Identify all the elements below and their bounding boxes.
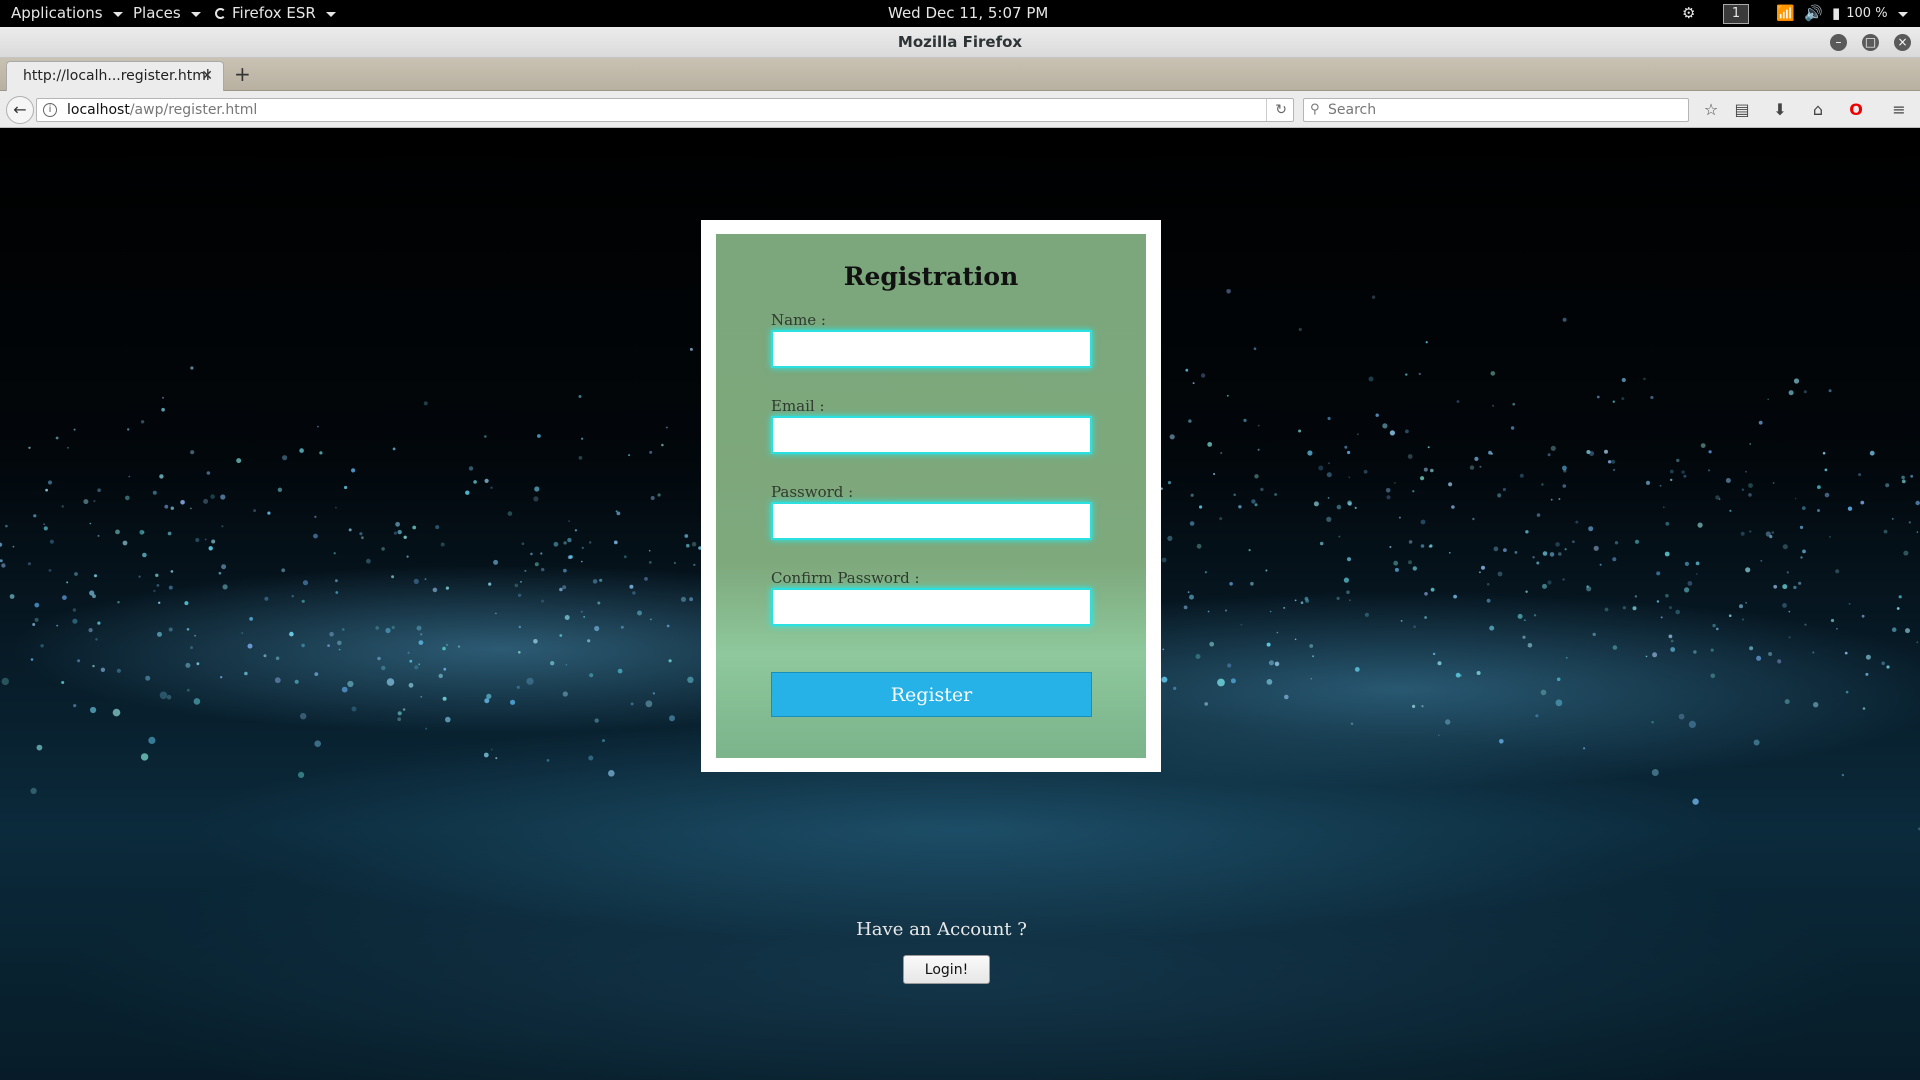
maximize-icon[interactable]: □ [1862, 34, 1879, 51]
have-account-text: Have an Account ? [856, 919, 1027, 940]
navigation-bar: ← i localhost/awp/register.html ↻ ⚲ Sear… [0, 91, 1920, 128]
firefox-icon [215, 8, 226, 19]
places-menu[interactable]: Places [133, 0, 201, 27]
workspace-number: 1 [1723, 3, 1749, 24]
chevron-down-icon [325, 12, 336, 17]
download-icon[interactable]: ⬇ [1769, 99, 1791, 121]
battery-icon: ▮ [1832, 4, 1841, 22]
battery-label: 100 % [1846, 6, 1888, 21]
system-status-menu[interactable]: ▮ 100 % [1832, 0, 1908, 27]
confirm-password-field[interactable] [771, 588, 1092, 626]
places-menu-label: Places [133, 4, 181, 22]
confirm-password-label: Confirm Password : [771, 569, 920, 587]
close-window-icon[interactable]: × [1894, 34, 1911, 51]
firefox-app-menu-label: Firefox ESR [232, 4, 316, 22]
reading-list-icon[interactable]: ▤ [1731, 99, 1753, 121]
volume-icon[interactable]: 🔊 [1804, 0, 1823, 27]
email-field[interactable] [771, 416, 1092, 454]
firefox-app-menu[interactable]: Firefox ESR [215, 0, 336, 27]
url-path: /awp/register.html [129, 102, 258, 118]
search-icon: ⚲ [1310, 102, 1320, 117]
registration-form: Registration Name : Email : Password : C… [716, 234, 1146, 758]
chevron-down-icon [112, 12, 123, 17]
system-top-bar: Applications Places Firefox ESR Wed Dec … [0, 0, 1920, 27]
search-placeholder: Search [1328, 102, 1377, 118]
applications-menu-label: Applications [11, 4, 103, 22]
page-content: Registration Name : Email : Password : C… [0, 129, 1920, 1080]
wifi-icon[interactable]: 📶 [1776, 0, 1795, 27]
back-arrow-icon[interactable]: ← [6, 96, 34, 124]
password-label: Password : [771, 483, 854, 501]
chevron-down-icon [1897, 12, 1908, 17]
clock[interactable]: Wed Dec 11, 5:07 PM [888, 0, 1048, 27]
bookmark-star-icon[interactable]: ☆ [1700, 99, 1722, 121]
home-icon[interactable]: ⌂ [1807, 99, 1829, 121]
info-icon[interactable]: i [43, 103, 57, 117]
network-status-icon[interactable]: ⚙ [1682, 0, 1695, 27]
reload-icon[interactable]: ↻ [1266, 99, 1287, 121]
close-icon[interactable]: ✕ [201, 62, 213, 91]
name-field[interactable] [771, 330, 1092, 368]
hamburger-menu-icon[interactable]: ≡ [1888, 99, 1910, 121]
tab-strip: http://localh...register.html ✕ + [0, 58, 1920, 91]
email-label: Email : [771, 397, 825, 415]
tab-register[interactable]: http://localh...register.html ✕ [6, 61, 224, 91]
applications-menu[interactable]: Applications [11, 0, 123, 27]
window-title: Mozilla Firefox [897, 33, 1023, 51]
url-text[interactable]: localhost/awp/register.html [67, 99, 257, 121]
url-bar[interactable]: i localhost/awp/register.html ↻ [36, 98, 1294, 122]
chevron-down-icon [190, 12, 201, 17]
search-input[interactable]: ⚲ Search [1303, 98, 1689, 122]
clock-label: Wed Dec 11, 5:07 PM [888, 4, 1049, 22]
login-button[interactable]: Login! [903, 955, 990, 984]
tab-label: http://localh...register.html [23, 68, 210, 84]
url-host: localhost [67, 102, 130, 118]
password-field[interactable] [771, 502, 1092, 540]
workspace-indicator[interactable]: 1 [1723, 0, 1749, 27]
minimize-icon[interactable]: – [1830, 34, 1847, 51]
name-label: Name : [771, 311, 826, 329]
window-title-bar: Mozilla Firefox – □ × [0, 27, 1920, 58]
new-tab-icon[interactable]: + [234, 58, 251, 91]
form-title: Registration [843, 262, 1019, 291]
opera-addon-icon[interactable]: O [1845, 99, 1867, 121]
register-button[interactable]: Register [771, 672, 1092, 717]
registration-card: Registration Name : Email : Password : C… [701, 220, 1161, 772]
